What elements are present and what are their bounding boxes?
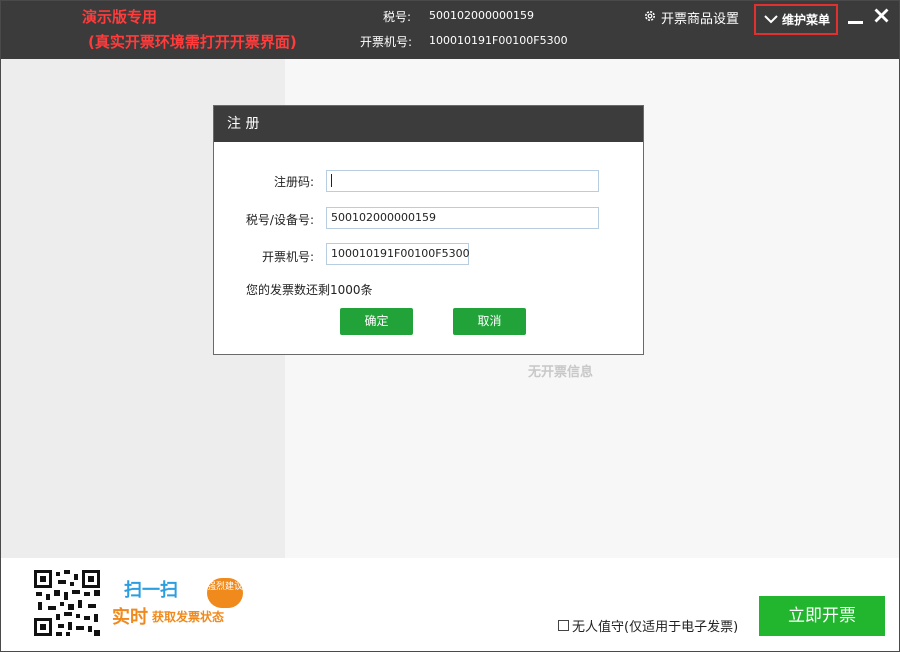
register-dialog: 注 册 注册码: 税号/设备号: 500102000000159 开票机号: 1… [213,105,644,355]
unattended-option[interactable]: 无人值守(仅适用于电子发票) [558,616,738,635]
maintenance-menu-button[interactable]: 维护菜单 [754,4,838,35]
qr-code-image [34,570,100,636]
gear-icon [643,9,657,27]
tax-device-label: 税号/设备号: [245,213,314,227]
reg-code-input[interactable] [326,170,599,192]
promo-status-text: 获取发票状态 [152,610,225,624]
close-icon [874,8,889,23]
product-settings-button[interactable]: 开票商品设置 [643,8,739,27]
chevron-down-icon [764,13,778,27]
demo-notice-title: 演示版专用 [82,8,158,26]
tax-number-value: 500102000000159 [429,9,534,22]
remaining-invoices-text: 您的发票数还剩1000条 [246,283,373,297]
tax-device-input[interactable]: 500102000000159 [326,207,599,229]
promo-scan-text: 扫一扫 [124,580,178,601]
dialog-title: 注 册 [214,106,643,142]
issue-invoice-button[interactable]: 立即开票 [759,596,885,636]
tax-number-label: 税号: [383,10,412,24]
machine-number-input[interactable]: 100010191F00100F5300 [326,243,470,265]
minimize-icon [848,21,863,24]
cancel-button[interactable]: 取消 [453,308,526,335]
machine-number-label: 开票机号: [360,35,413,49]
promo-badge: 强烈建议 [207,578,243,608]
confirm-button[interactable]: 确定 [340,308,413,335]
maintenance-menu-label: 维护菜单 [782,13,831,27]
unattended-checkbox[interactable] [558,620,569,631]
scan-promo-graphic: 扫一扫 强烈建议 实时 获取发票状态 [112,576,252,632]
reg-code-label: 注册码: [273,175,314,189]
unattended-label: 无人值守(仅适用于电子发票) [572,620,739,635]
title-bar: 演示版专用 (真实开票环境需打开开票界面) 税号: 50010200000015… [0,0,900,59]
machine-number-field-label: 开票机号: [261,250,314,264]
no-invoice-info-text: 无开票信息 [528,365,594,380]
close-button[interactable] [874,8,889,26]
promo-realtime-text: 实时 [112,607,148,628]
machine-number-value: 100010191F00100F5300 [429,34,568,47]
footer-bar: 扫一扫 强烈建议 实时 获取发票状态 无人值守(仅适用于电子发票) 立即开票 [0,558,900,652]
product-settings-label: 开票商品设置 [661,12,740,27]
minimize-button[interactable] [848,14,864,28]
text-cursor [331,173,332,187]
demo-notice-subtitle: (真实开票环境需打开开票界面) [88,33,297,51]
